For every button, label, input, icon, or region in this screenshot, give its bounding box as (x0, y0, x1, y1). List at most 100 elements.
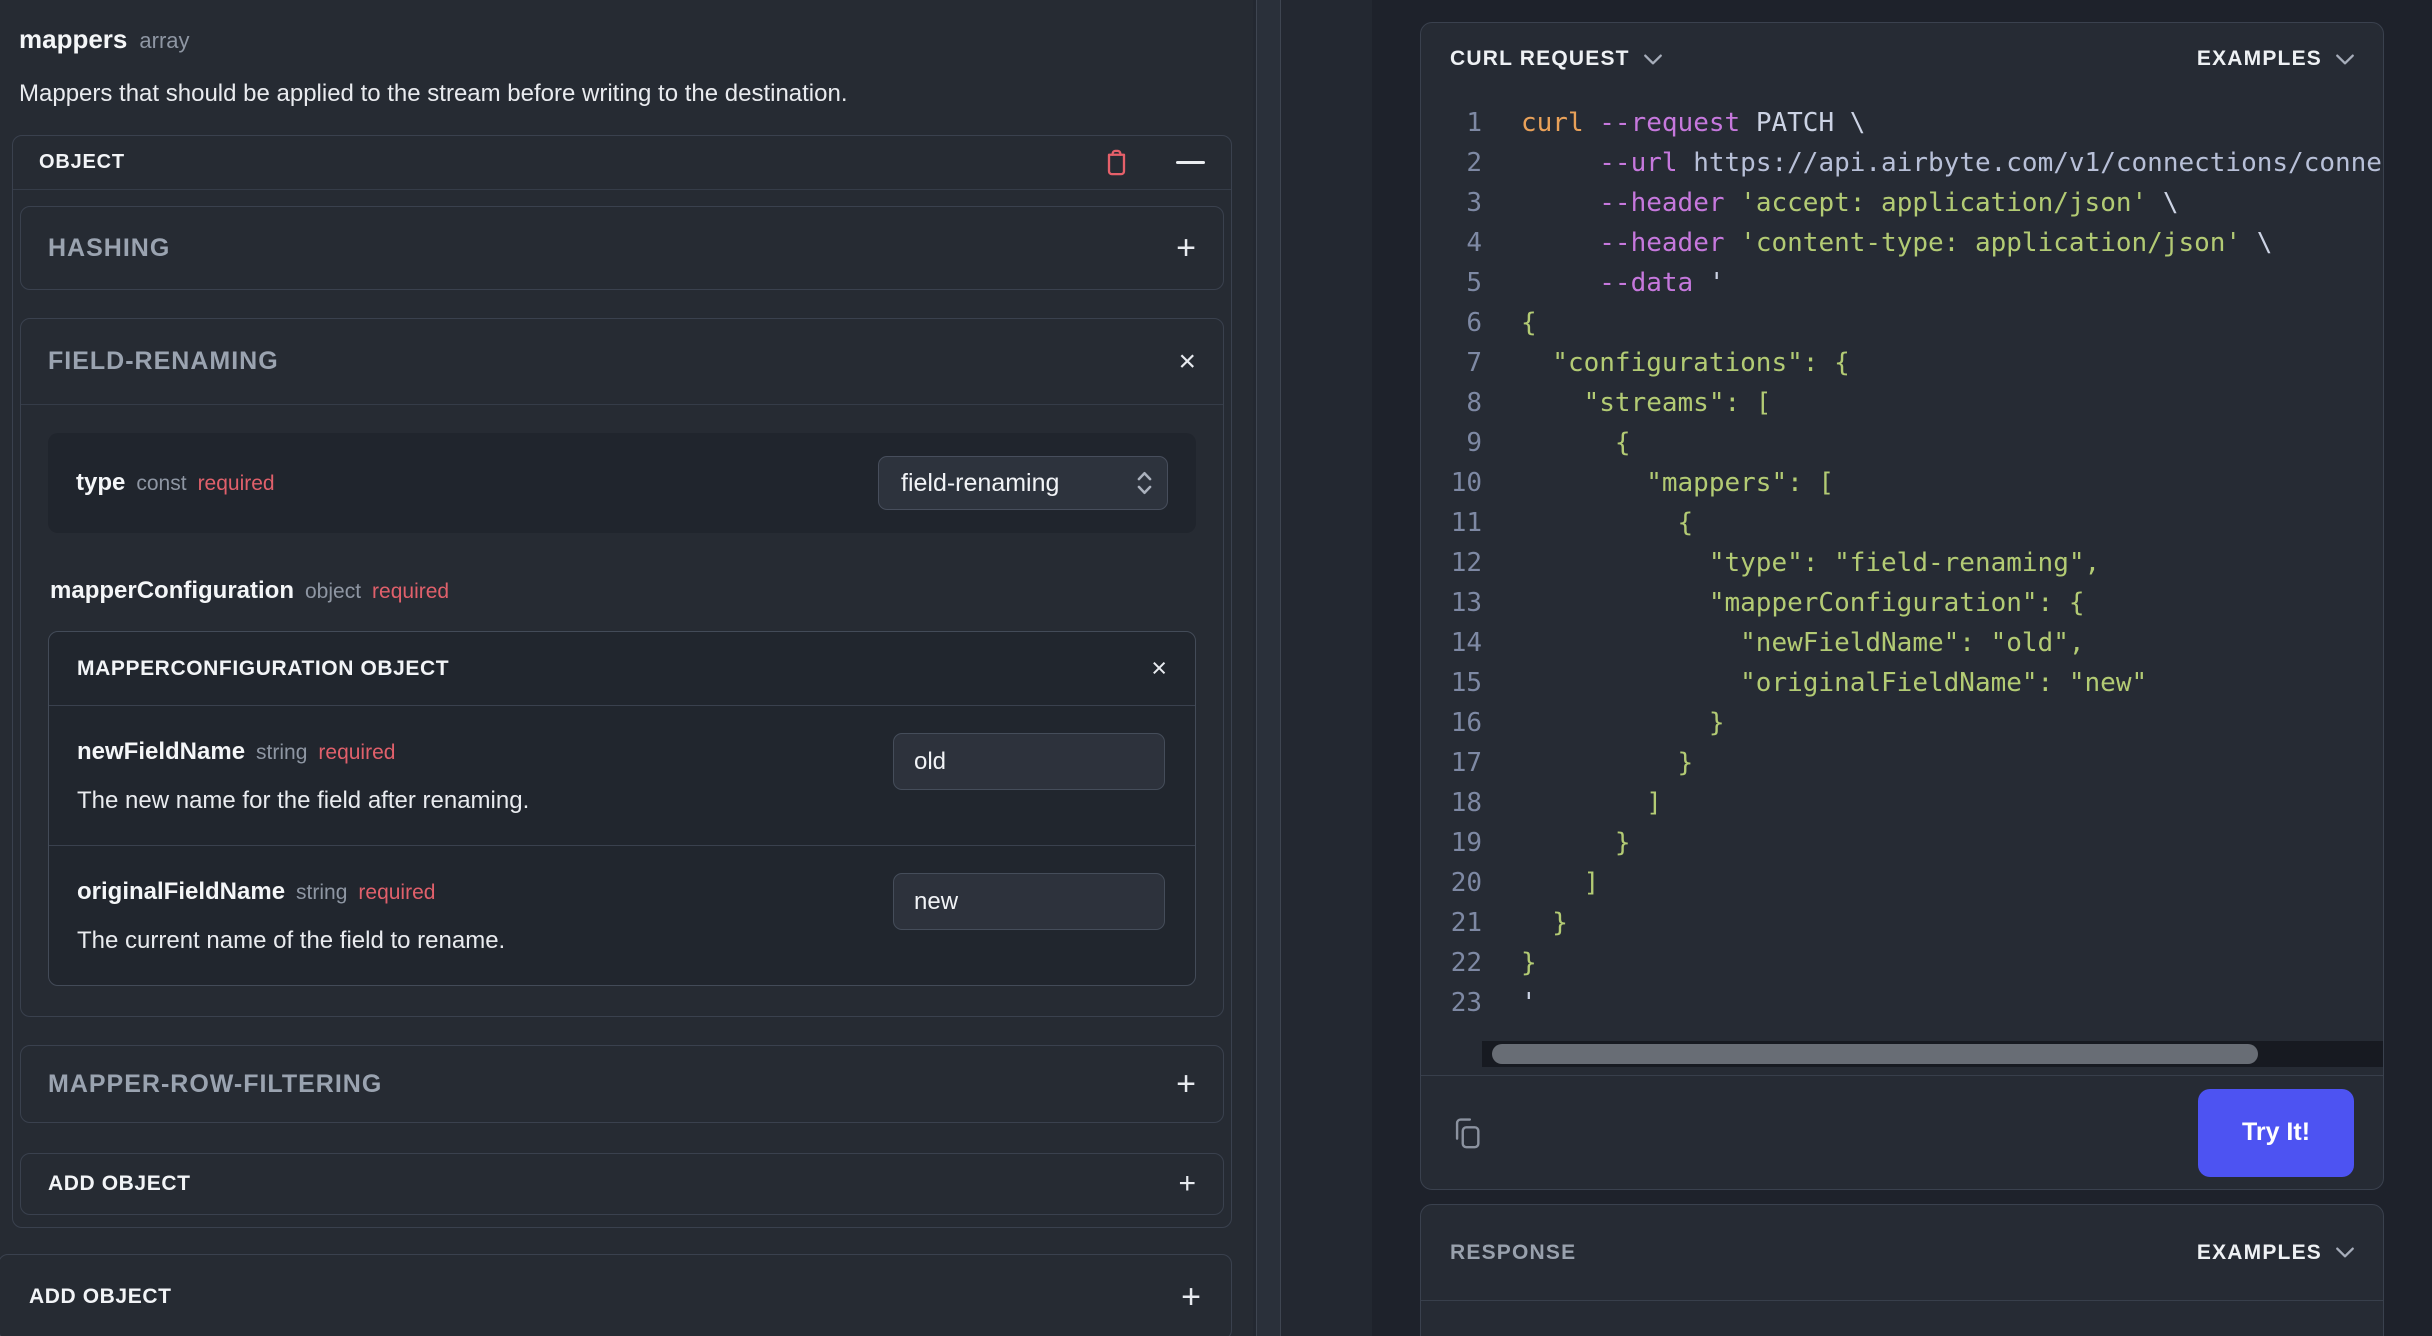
line-number: 14 (1450, 628, 1482, 658)
code-text: ' (1521, 988, 1537, 1018)
new-field-name-required-badge: required (318, 741, 396, 764)
section-hashing[interactable]: HASHING + (20, 206, 1224, 290)
line-number: 16 (1450, 708, 1482, 738)
original-field-name-input[interactable] (893, 873, 1165, 930)
plus-icon[interactable]: + (1176, 1067, 1196, 1101)
trash-icon (1107, 149, 1126, 176)
code-text: } (1521, 708, 1725, 738)
type-row: type const required field-renaming (48, 433, 1196, 533)
line-number: 6 (1466, 308, 1482, 338)
close-icon[interactable]: × (1151, 655, 1167, 682)
response-title: RESPONSE (1450, 1240, 1577, 1264)
object-panel: OBJECT HASHING + FIELD-RENAMING × type c… (12, 135, 1232, 1228)
line-number: 18 (1450, 788, 1482, 818)
mapper-configuration-panel: MAPPERCONFIGURATION OBJECT × newFieldNam… (48, 631, 1196, 986)
code-text: "newFieldName": "old", (1521, 628, 2085, 658)
code-text: { (1521, 508, 1694, 538)
type-select[interactable]: field-renaming (878, 456, 1168, 510)
request-examples-dropdown[interactable]: EXAMPLES (2197, 47, 2354, 71)
add-object-label: ADD OBJECT (48, 1172, 191, 1195)
page-title: mappers (19, 24, 128, 54)
original-field-name-label: originalFieldName (77, 878, 286, 905)
section-mapper-row-filtering[interactable]: MAPPER-ROW-FILTERING + (20, 1045, 1224, 1123)
mapper-configuration-label-row: mapperConfiguration object required (50, 577, 1196, 605)
line-number: 13 (1450, 588, 1482, 618)
api-playground-pane: CURL REQUEST EXAMPLES 1 curl --request PA… (1372, 0, 2432, 1336)
line-number: 19 (1450, 828, 1482, 858)
line-number: 22 (1450, 948, 1482, 978)
new-field-name-input[interactable] (893, 733, 1165, 790)
code-text: "streams": [ (1521, 388, 1772, 418)
curl-request-title: CURL REQUEST (1450, 47, 1630, 70)
new-field-name-label: newFieldName (77, 738, 246, 765)
code-line: 19 } (1421, 823, 2383, 863)
type-select-value: field-renaming (901, 468, 1060, 497)
chevron-down-icon (1643, 53, 1662, 65)
plus-icon: + (1178, 1167, 1196, 1200)
field-title-row: mappers array (19, 24, 1253, 55)
mapper-configuration-object-badge: object (305, 580, 362, 603)
code-line: 4 --header 'content-type: application/js… (1421, 223, 2383, 263)
code-text: } (1521, 748, 1694, 778)
line-number: 12 (1450, 548, 1482, 578)
line-number: 2 (1466, 148, 1482, 178)
plus-icon: + (1181, 1278, 1201, 1316)
line-number: 11 (1450, 508, 1482, 538)
plus-icon[interactable]: + (1176, 231, 1196, 265)
code-text: "type": "field-renaming", (1521, 548, 2101, 578)
code-area: 1 curl --request PATCH \ 2 --url https://a… (1421, 95, 2383, 1075)
add-object-root-button[interactable]: ADD OBJECT + (0, 1254, 1232, 1336)
original-field-name-type-badge: string (296, 881, 348, 904)
section-field-renaming: FIELD-RENAMING × type const required fie… (20, 318, 1224, 1017)
code-line: 23 ' (1421, 983, 2383, 1023)
response-examples-dropdown[interactable]: EXAMPLES (2197, 1241, 2354, 1265)
code-text: curl --request PATCH \ (1521, 108, 1866, 138)
try-it-button[interactable]: Try It! (2198, 1088, 2354, 1177)
line-number: 3 (1466, 188, 1482, 218)
response-examples-label: EXAMPLES (2196, 1240, 2322, 1264)
delete-object-button[interactable] (1101, 146, 1132, 179)
line-number: 8 (1466, 388, 1482, 418)
code-line: 20 ] (1421, 863, 2383, 903)
code-line: 6{ (1421, 303, 2383, 343)
code-line: 12 "type": "field-renaming", (1421, 543, 2383, 583)
close-icon[interactable]: × (1178, 346, 1196, 377)
copy-icon (1455, 1117, 1480, 1148)
code-line: 15 "originalFieldName": "new" (1421, 663, 2383, 703)
collapse-object-button[interactable] (1176, 161, 1205, 164)
pane-scrollbar[interactable] (1256, 0, 1281, 1336)
horizontal-scrollbar[interactable] (1482, 1041, 2383, 1067)
code-text: } (1521, 908, 1568, 938)
line-number: 23 (1450, 988, 1482, 1018)
code-text: } (1521, 828, 1631, 858)
original-field-name-description: The current name of the field to rename. (77, 927, 506, 954)
code-block: 1 curl --request PATCH \ 2 --url https://a… (1421, 103, 2383, 1035)
mapper-configuration-label: mapperConfiguration (50, 577, 294, 604)
copy-code-button[interactable] (1450, 1114, 1484, 1152)
line-number: 17 (1450, 748, 1482, 778)
response-panel: RESPONSE EXAMPLES (1420, 1204, 2384, 1336)
code-text: --header 'accept: application/json' \ (1599, 188, 2179, 218)
type-label-row: type const required (76, 469, 275, 497)
add-object-button[interactable]: ADD OBJECT + (20, 1153, 1224, 1215)
line-number: 10 (1450, 468, 1482, 498)
field-type-badge: array (139, 28, 190, 53)
code-line: 2 --url https://api.airbyte.com/v1/conne… (1421, 143, 2383, 183)
code-line: 18 ] (1421, 783, 2383, 823)
original-field-name-required-badge: required (358, 881, 436, 904)
code-text: "mappers": [ (1521, 468, 1835, 498)
line-number: 9 (1466, 428, 1482, 458)
field-description: Mappers that should be applied to the st… (19, 80, 848, 107)
mapper-configuration-panel-header: MAPPERCONFIGURATION OBJECT × (49, 632, 1195, 706)
curl-request-panel: CURL REQUEST EXAMPLES 1 curl --request PA… (1420, 22, 2384, 1190)
horizontal-scrollbar-thumb[interactable] (1492, 1044, 2258, 1064)
select-chevrons-icon (1137, 471, 1152, 495)
line-number: 7 (1466, 348, 1482, 378)
object-panel-title: OBJECT (39, 151, 125, 173)
schema-editor-pane: mappers array Mappers that should be app… (0, 0, 1253, 1336)
code-text: { (1521, 308, 1537, 338)
code-text: "mapperConfiguration": { (1521, 588, 2085, 618)
curl-request-dropdown[interactable]: CURL REQUEST (1450, 47, 1662, 71)
type-label: type (76, 469, 126, 496)
code-line: 5 --data ' (1421, 263, 2383, 303)
